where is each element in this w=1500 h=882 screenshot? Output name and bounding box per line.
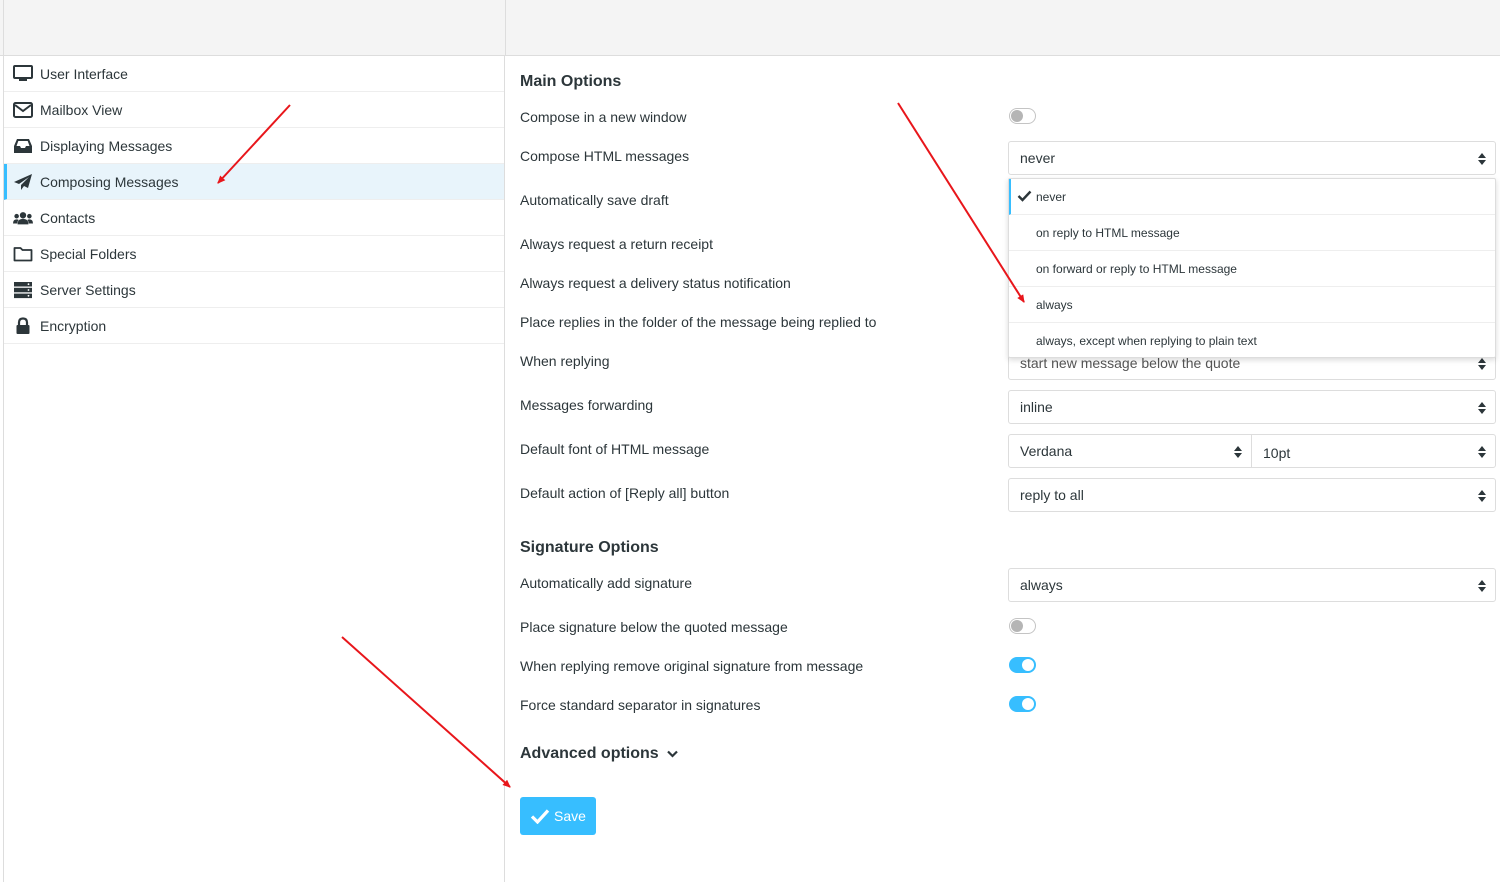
advanced-options-toggle[interactable]: Advanced options [520,745,678,763]
force-separator-toggle[interactable] [1009,696,1036,712]
sidebar-item-composing-messages[interactable]: Composing Messages [4,164,504,200]
settings-sidebar: User Interface Mailbox View Displaying M… [4,56,505,882]
sidebar-item-contacts[interactable]: Contacts [4,200,504,236]
compose-html-value: never [1020,150,1056,166]
dropdown-option-label: always, except when replying to plain te… [1036,334,1257,348]
return-receipt-label: Always request a return receipt [520,236,713,252]
default-font-select[interactable]: Verdana [1008,434,1252,468]
compose-html-select[interactable]: never [1008,141,1496,175]
auto-add-signature-value: always [1020,577,1063,593]
sidebar-item-label: Server Settings [40,281,136,298]
select-arrows-icon [1478,358,1486,370]
auto-add-signature-select[interactable]: always [1008,568,1496,602]
select-arrows-icon [1234,446,1242,458]
inbox-icon [13,136,33,156]
dropdown-option-label: always [1036,297,1073,312]
sidebar-item-label: Composing Messages [40,173,179,190]
reply-all-value: reply to all [1020,487,1084,503]
sidebar-item-label: Encryption [40,317,107,334]
signature-below-quoted-toggle[interactable] [1009,618,1036,634]
envelope-icon [13,100,33,120]
dropdown-option-label: never [1036,189,1067,204]
sidebar-item-displaying-messages[interactable]: Displaying Messages [4,128,504,164]
signature-options-heading: Signature Options [520,539,659,556]
header-divider [505,0,506,56]
dropdown-option-always[interactable]: always [1009,287,1495,323]
monitor-icon [13,64,33,84]
paper-plane-icon [13,172,33,192]
save-button-label: Save [554,808,586,824]
lock-icon [13,316,33,336]
select-arrows-icon [1478,490,1486,502]
sidebar-item-encryption[interactable]: Encryption [4,308,504,344]
messages-forwarding-value: inline [1020,399,1053,415]
toggle-knob [1011,110,1023,122]
remove-original-signature-label: When replying remove original signature … [520,658,864,674]
when-replying-label: When replying [520,353,610,369]
compose-new-window-toggle[interactable] [1009,108,1036,124]
dropdown-option-never[interactable]: never [1009,179,1495,215]
top-header-bar [0,0,1500,56]
select-arrows-icon [1478,153,1486,165]
sidebar-item-user-interface[interactable]: User Interface [4,56,504,92]
remove-original-signature-toggle[interactable] [1009,657,1036,673]
composing-settings-panel: Main Options Compose in a new window Com… [506,56,1500,882]
default-font-value: Verdana [1020,443,1073,459]
compose-html-label: Compose HTML messages [520,148,690,164]
delivery-status-label: Always request a delivery status notific… [520,275,791,291]
sidebar-item-mailbox-view[interactable]: Mailbox View [4,92,504,128]
main-options-heading: Main Options [520,73,622,90]
server-icon [13,280,33,300]
select-arrows-icon [1478,580,1486,592]
toggle-knob [1022,698,1034,710]
sidebar-item-label: Displaying Messages [40,137,173,154]
checkmark-icon [1017,190,1032,202]
dropdown-option-label: on forward or reply to HTML message [1036,261,1237,276]
folder-icon [13,244,33,264]
dropdown-option-on-forward-or-reply[interactable]: on forward or reply to HTML message [1009,251,1495,287]
sidebar-item-server-settings[interactable]: Server Settings [4,272,504,308]
chevron-down-icon [666,750,678,758]
messages-forwarding-select[interactable]: inline [1008,390,1496,424]
save-button[interactable]: Save [520,797,596,835]
default-font-label: Default font of HTML message [520,441,710,457]
sidebar-item-special-folders[interactable]: Special Folders [4,236,504,272]
sidebar-item-label: User Interface [40,65,128,82]
dropdown-option-on-reply[interactable]: on reply to HTML message [1009,215,1495,251]
default-font-size-select[interactable]: 10pt [1251,434,1496,468]
sidebar-item-label: Contacts [40,209,96,226]
signature-below-quoted-label: Place signature below the quoted message [520,619,788,635]
place-replies-label: Place replies in the folder of the messa… [520,314,877,330]
auto-add-signature-label: Automatically add signature [520,575,692,591]
checkmark-icon [530,809,550,824]
reply-all-label: Default action of [Reply all] button [520,485,730,501]
dropdown-option-always-except-plain[interactable]: always, except when replying to plain te… [1009,323,1495,359]
select-arrows-icon [1478,446,1486,458]
auto-save-draft-label: Automatically save draft [520,192,669,208]
reply-all-select[interactable]: reply to all [1008,478,1496,512]
sidebar-item-label: Mailbox View [40,101,123,118]
sidebar-item-label: Special Folders [40,245,137,262]
compose-html-dropdown-menu: never on reply to HTML message on forwar… [1008,178,1496,358]
select-arrows-icon [1478,402,1486,414]
toggle-knob [1011,620,1023,632]
dropdown-option-label: on reply to HTML message [1036,225,1180,240]
compose-new-window-label: Compose in a new window [520,109,687,125]
toggle-knob [1022,659,1034,671]
messages-forwarding-label: Messages forwarding [520,397,654,413]
users-icon [13,208,33,228]
advanced-options-label: Advanced options [520,745,659,762]
force-separator-label: Force standard separator in signatures [520,697,761,713]
default-font-size-value: 10pt [1263,444,1291,461]
